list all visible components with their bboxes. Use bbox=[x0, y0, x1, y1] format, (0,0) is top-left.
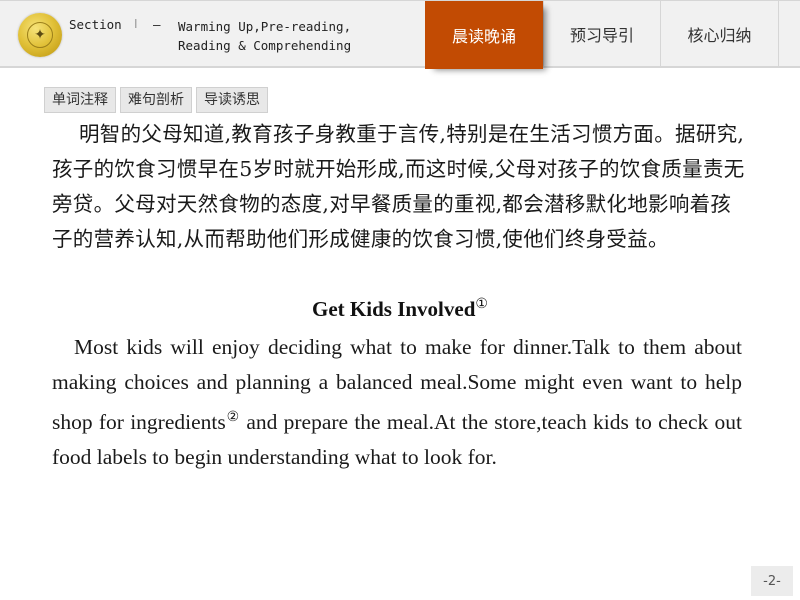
section-title-line2: Reading & Comprehending bbox=[178, 38, 352, 53]
tab-preview-guide[interactable]: 预习导引 bbox=[543, 1, 660, 67]
subtab-difficult-sentences[interactable]: 难句剖析 bbox=[120, 87, 192, 113]
footnote-marker-1[interactable]: ① bbox=[475, 297, 488, 312]
section-dash: — bbox=[153, 17, 161, 32]
emblem-inner-icon: ✦ bbox=[27, 22, 53, 48]
article-title-text: Get Kids Involved bbox=[312, 297, 476, 321]
section-title: Warming Up,Pre-reading, Reading & Compre… bbox=[178, 17, 351, 55]
section-numeral: Ⅰ bbox=[134, 17, 138, 31]
subtab-word-notes[interactable]: 单词注释 bbox=[44, 87, 116, 113]
article-title: Get Kids Involved① bbox=[0, 296, 800, 322]
english-paragraph: Most kids will enjoy deciding what to ma… bbox=[52, 330, 742, 475]
tab-core-summary[interactable]: 核心归纳 bbox=[660, 1, 778, 67]
footnote-marker-2[interactable]: ② bbox=[226, 410, 240, 425]
tab-morning-evening-reading[interactable]: 晨读晚诵 bbox=[425, 1, 543, 69]
subtab-reading-guide[interactable]: 导读诱思 bbox=[196, 87, 268, 113]
tab-extra[interactable] bbox=[778, 1, 800, 67]
header-bar: ✦ Section Ⅰ — Warming Up,Pre-reading, Re… bbox=[0, 0, 800, 69]
page-number: -2- bbox=[751, 566, 793, 596]
section-label: Section bbox=[69, 17, 122, 32]
subtab-bar: 单词注释 难句剖析 导读诱思 bbox=[44, 87, 268, 113]
chinese-paragraph: 明智的父母知道,教育孩子身教重于言传,特别是在生活习惯方面。据研究,孩子的饮食习… bbox=[52, 122, 745, 251]
school-emblem-icon: ✦ bbox=[18, 13, 62, 57]
section-title-line1: Warming Up,Pre-reading, bbox=[178, 19, 352, 34]
